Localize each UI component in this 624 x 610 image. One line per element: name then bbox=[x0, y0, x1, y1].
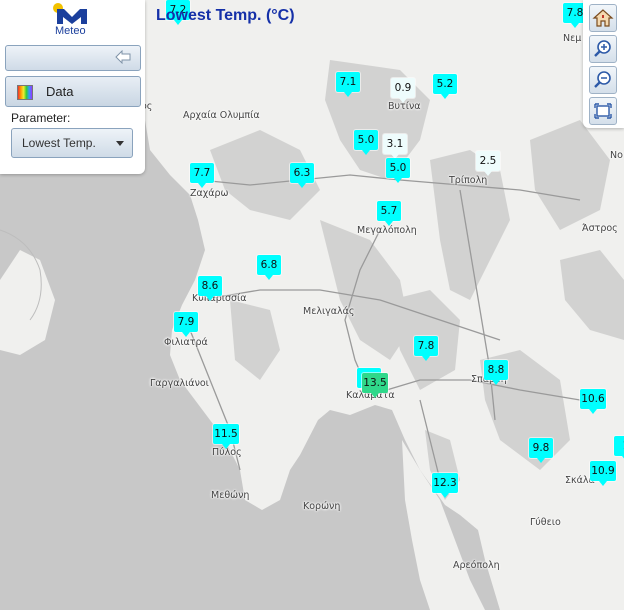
fullscreen-icon bbox=[594, 103, 612, 119]
data-button[interactable]: Data bbox=[5, 76, 141, 107]
place-label: Μεγαλόπολη bbox=[357, 225, 417, 236]
station-marker[interactable]: 10.9 bbox=[590, 461, 616, 486]
place-label: Μελιγαλάς bbox=[303, 306, 355, 317]
place-label: Γαργαλιάνοι bbox=[150, 378, 209, 389]
station-marker[interactable]: 9.8 bbox=[529, 438, 553, 463]
parameter-label: Parameter: bbox=[11, 111, 71, 125]
place-label: Νεμ bbox=[563, 33, 582, 44]
place-label: Τρίπολη bbox=[449, 175, 488, 186]
home-button[interactable] bbox=[589, 4, 617, 32]
station-marker[interactable]: 5.7 bbox=[377, 201, 401, 226]
place-label: Φιλιατρά bbox=[164, 337, 208, 348]
station-marker[interactable]: 13.5 bbox=[362, 373, 388, 398]
station-marker[interactable]: 5.0 bbox=[386, 158, 410, 183]
place-label: Αρεόπολη bbox=[453, 560, 500, 571]
parameter-select-value: Lowest Temp. bbox=[22, 136, 96, 150]
station-marker[interactable]: 6.3 bbox=[290, 163, 314, 188]
station-marker[interactable]: 10.6 bbox=[580, 389, 606, 414]
zoom-out-icon bbox=[594, 71, 611, 88]
map-toolbar bbox=[583, 0, 624, 128]
station-marker[interactable]: 7.8 bbox=[414, 336, 438, 361]
home-icon bbox=[592, 9, 614, 27]
place-label: Γύθειο bbox=[530, 517, 561, 528]
map-title: Lowest Temp. (°C) bbox=[156, 7, 295, 24]
station-marker[interactable]: 2.5 bbox=[476, 151, 500, 176]
logo-text: Meteo bbox=[55, 25, 86, 37]
station-marker[interactable]: 1 bbox=[614, 436, 624, 461]
data-button-label: Data bbox=[46, 84, 74, 99]
parameter-select[interactable]: Lowest Temp. bbox=[11, 128, 133, 158]
station-marker[interactable]: 11.5 bbox=[213, 424, 239, 449]
place-label: Νο bbox=[610, 150, 623, 161]
zoom-in-icon bbox=[594, 40, 611, 57]
station-marker[interactable]: 0.9 bbox=[391, 78, 415, 103]
station-marker[interactable]: 8.8 bbox=[484, 360, 508, 385]
station-marker[interactable]: 12.3 bbox=[432, 473, 458, 498]
station-marker[interactable]: 7.1 bbox=[336, 72, 360, 97]
place-label: Κορώνη bbox=[303, 501, 341, 512]
zoom-in-button[interactable] bbox=[589, 35, 617, 63]
station-marker[interactable]: 3.1 bbox=[383, 134, 407, 159]
place-label: Άστρος bbox=[582, 223, 618, 234]
place-label: Ζαχάρω bbox=[190, 188, 229, 199]
zoom-out-button[interactable] bbox=[589, 66, 617, 94]
station-marker[interactable]: 7.7 bbox=[190, 163, 214, 188]
color-scale-icon bbox=[17, 85, 33, 100]
chevron-down-icon bbox=[116, 141, 124, 146]
station-marker[interactable]: 5.0 bbox=[354, 130, 378, 155]
collapse-panel-button[interactable] bbox=[5, 45, 141, 71]
control-panel: Meteo Data Parameter: Lowest Temp. bbox=[0, 0, 145, 174]
station-marker[interactable]: 8.6 bbox=[198, 276, 222, 301]
station-marker[interactable]: 6.8 bbox=[257, 255, 281, 280]
place-label: Μεθώνη bbox=[211, 490, 250, 501]
station-marker[interactable]: 7.9 bbox=[174, 312, 198, 337]
back-arrow-icon bbox=[115, 50, 131, 64]
place-label: Αρχαία Ολυμπία bbox=[183, 110, 260, 121]
station-marker[interactable]: 5.2 bbox=[433, 74, 457, 99]
fullscreen-button[interactable] bbox=[589, 97, 617, 125]
